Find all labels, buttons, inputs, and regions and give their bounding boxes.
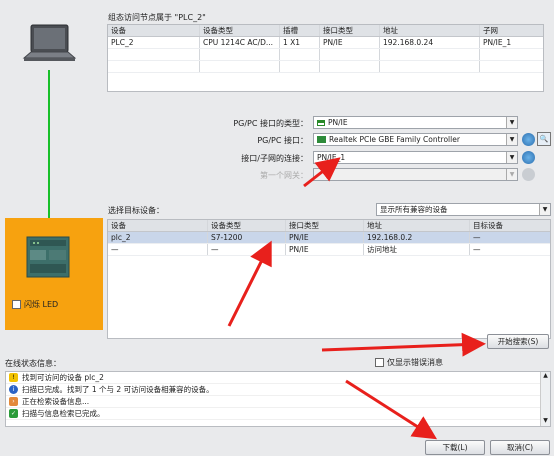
annotation-arrows — [227, 157, 486, 440]
arrow-to-subnet — [303, 157, 341, 188]
arrow-to-search-button — [321, 332, 486, 357]
arrow-to-target-row — [227, 240, 272, 327]
arrow-to-download-button — [345, 379, 438, 440]
